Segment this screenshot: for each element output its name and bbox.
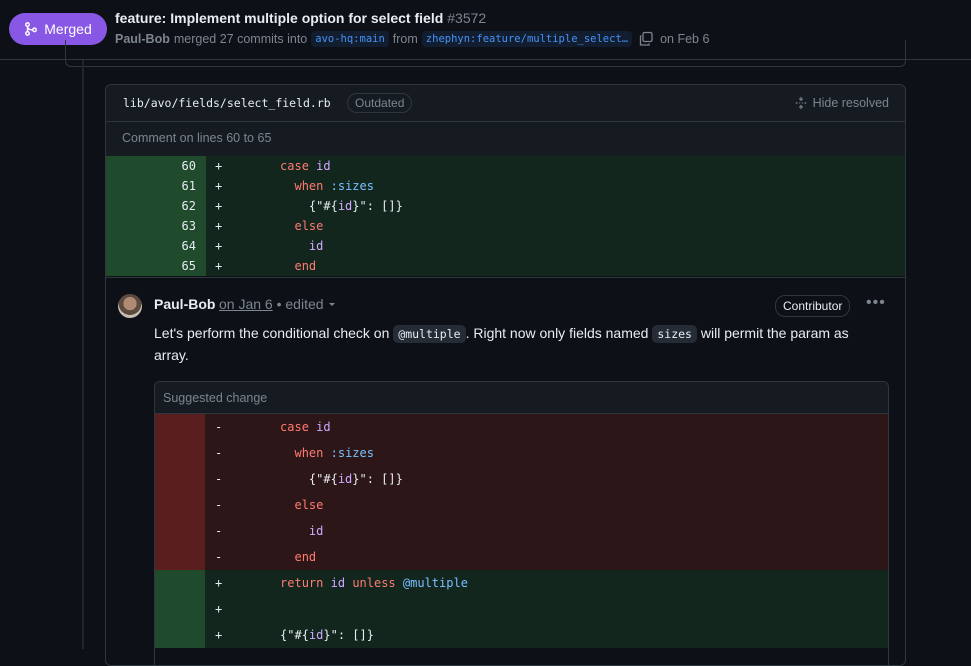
diff-line: 61 + when :sizes (106, 176, 905, 196)
diff-line: 65 + end (106, 256, 905, 276)
deleted-line: - id (155, 518, 888, 544)
fold-icon (795, 96, 806, 110)
suggested-change-block: Suggested change - case id - when :sizes… (154, 381, 889, 665)
line-number[interactable]: 65 (106, 256, 206, 276)
review-comment: Paul-Bob on Jan 6 • edited Contributor •… (106, 277, 905, 665)
file-header: lib/avo/fields/select_field.rb Outdated … (106, 85, 905, 122)
comment-author-link[interactable]: Paul-Bob (154, 296, 215, 312)
hide-resolved-button[interactable]: Hide resolved (794, 96, 889, 110)
comment-date: on Jan 6 • edited (219, 296, 337, 312)
diff-code: + {"#{id}": []} (206, 196, 905, 216)
hide-resolved-label: Hide resolved (812, 96, 889, 110)
diff-line: 62 + {"#{id}": []} (106, 196, 905, 216)
comment-lines-label: Comment on lines 60 to 65 (122, 131, 272, 145)
diff-code: - end (205, 544, 888, 570)
timeline-line (82, 60, 84, 649)
inline-code: sizes (652, 325, 697, 343)
diff-line: 63 + else (106, 216, 905, 236)
edited-dropdown[interactable]: • edited (277, 296, 324, 312)
line-number[interactable]: 60 (106, 156, 206, 176)
added-line: + (155, 596, 888, 622)
merged-status-label: Merged (44, 21, 92, 37)
merge-icon (25, 22, 38, 36)
diff-code: + else (206, 216, 905, 236)
more-options-icon[interactable]: ••• (866, 294, 886, 312)
line-number[interactable]: 61 (106, 176, 206, 196)
chevron-down-icon[interactable] (327, 299, 337, 309)
avatar[interactable] (118, 294, 142, 318)
diff-line: 64 + id (106, 236, 905, 256)
pr-title-text: feature: Implement multiple option for s… (115, 10, 444, 26)
suggested-change-header: Suggested change (155, 382, 888, 414)
line-number[interactable]: 64 (106, 236, 206, 256)
line-number[interactable]: 62 (106, 196, 206, 216)
suggestion-diff: - case id - when :sizes - {"#{id}": []} … (155, 414, 888, 648)
diff-code: - {"#{id}": []} (205, 466, 888, 492)
comment-text: . Right now only fields named (465, 325, 649, 341)
comment-text: Let's perform the conditional check on (154, 325, 390, 341)
diff-code: + {"#{id}": []} (205, 622, 888, 648)
diff-code: - when :sizes (205, 440, 888, 466)
contributor-badge: Contributor (775, 295, 851, 317)
diff-code: - case id (205, 414, 888, 440)
outdated-diff: 60 + case id 61 + when :sizes 62 + {"#{i… (106, 156, 905, 276)
deleted-line: - else (155, 492, 888, 518)
suggested-change-label: Suggested change (163, 391, 268, 405)
line-number[interactable]: 63 (106, 216, 206, 236)
diff-code: + when :sizes (206, 176, 905, 196)
added-line: + {"#{id}": []} (155, 622, 888, 648)
diff-code: + end (206, 256, 905, 276)
pr-number: #3572 (447, 10, 487, 26)
diff-code: + return id unless @multiple (205, 570, 888, 596)
diff-line: 60 + case id (106, 156, 905, 176)
deleted-line: - case id (155, 414, 888, 440)
outdated-badge: Outdated (347, 93, 413, 113)
comment-date-link[interactable]: on Jan 6 (219, 296, 273, 312)
diff-code: + (205, 596, 888, 622)
deleted-line: - end (155, 544, 888, 570)
deleted-line: - when :sizes (155, 440, 888, 466)
diff-code: - id (205, 518, 888, 544)
pr-title: feature: Implement multiple option for s… (115, 10, 486, 26)
diff-code: + id (206, 236, 905, 256)
deleted-line: - {"#{id}": []} (155, 466, 888, 492)
added-line: + return id unless @multiple (155, 570, 888, 596)
comment-body: Let's perform the conditional check on @… (154, 323, 884, 366)
comment-lines-bar: Comment on lines 60 to 65 (106, 122, 905, 157)
previous-timeline-item (65, 40, 906, 67)
review-thread: lib/avo/fields/select_field.rb Outdated … (105, 84, 906, 666)
inline-code: @multiple (393, 325, 466, 343)
diff-code: + case id (206, 156, 905, 176)
diff-code: - else (205, 492, 888, 518)
file-path-link[interactable]: lib/avo/fields/select_field.rb (123, 96, 331, 110)
